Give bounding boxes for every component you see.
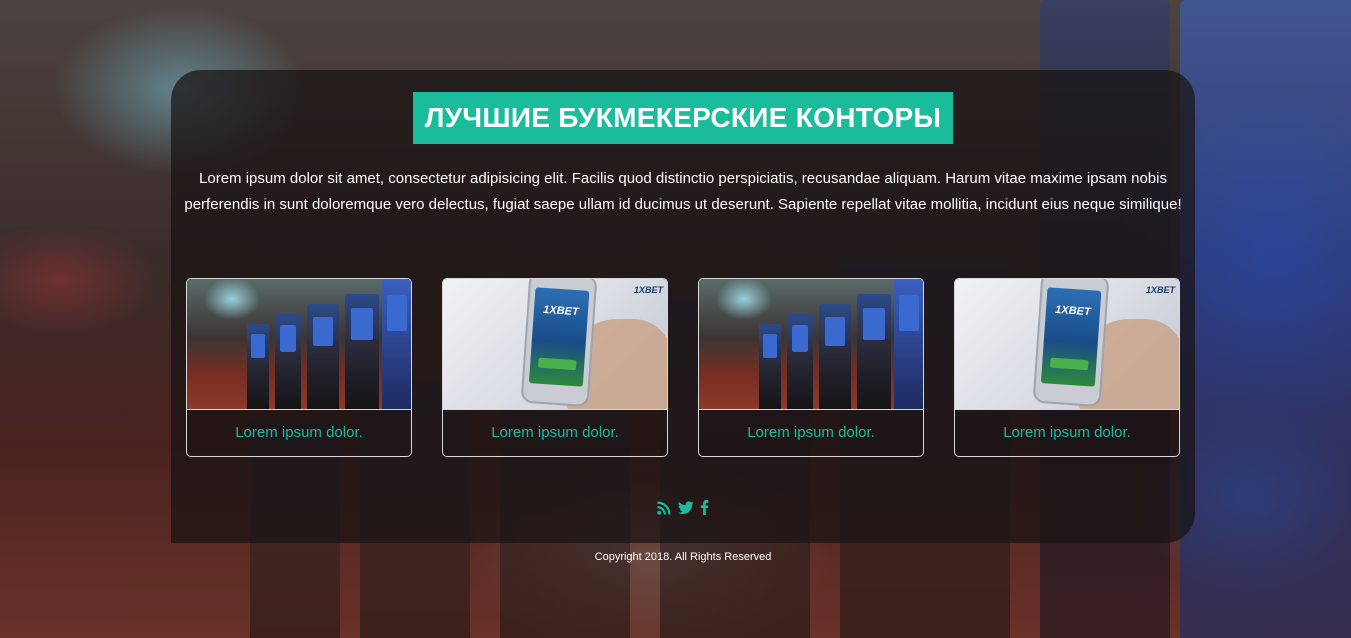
bookmaker-card[interactable]: Lorem ipsum dolor. bbox=[186, 278, 412, 457]
rss-icon[interactable] bbox=[657, 501, 671, 520]
screen-logo: 1XBET bbox=[1054, 303, 1092, 319]
background-slot-machine bbox=[1180, 0, 1351, 638]
bookmaker-cards: Lorem ipsum dolor. 1XBET 1XBET Lorem ips… bbox=[186, 278, 1180, 458]
intro-text: Lorem ipsum dolor sit amet, consectetur … bbox=[184, 170, 1182, 213]
brand-logo: 1XBET bbox=[1145, 285, 1175, 295]
card-link[interactable]: Lorem ipsum dolor. bbox=[443, 410, 667, 456]
phone-thumbnail-image[interactable]: 1XBET 1XBET bbox=[955, 279, 1179, 410]
phone-graphic: 1XBET bbox=[520, 279, 598, 408]
card-link[interactable]: Lorem ipsum dolor. bbox=[955, 410, 1179, 456]
twitter-icon[interactable] bbox=[677, 500, 694, 520]
phone-graphic: 1XBET bbox=[1032, 279, 1110, 408]
phone-thumbnail-image[interactable]: 1XBET 1XBET bbox=[443, 279, 667, 410]
page-title: ЛУЧШИЕ БУКМЕКЕРСКИЕ КОНТОРЫ bbox=[412, 92, 954, 144]
bookmaker-card[interactable]: Lorem ipsum dolor. bbox=[698, 278, 924, 457]
card-link[interactable]: Lorem ipsum dolor. bbox=[187, 410, 411, 456]
card-link[interactable]: Lorem ipsum dolor. bbox=[699, 410, 923, 456]
title-wrapper: ЛУЧШИЕ БУКМЕКЕРСКИЕ КОНТОРЫ bbox=[171, 92, 1195, 144]
screen-logo: 1XBET bbox=[542, 303, 580, 319]
brand-logo: 1XBET bbox=[633, 285, 663, 295]
copyright-text: Copyright 2018. All Rights Reserved bbox=[594, 551, 772, 563]
page: ЛУЧШИЕ БУКМЕКЕРСКИЕ КОНТОРЫ Lorem ipsum … bbox=[0, 0, 1351, 638]
bookmaker-card[interactable]: 1XBET 1XBET Lorem ipsum dolor. bbox=[954, 278, 1180, 457]
casino-thumbnail-image[interactable] bbox=[187, 279, 411, 410]
facebook-icon[interactable] bbox=[700, 500, 709, 520]
casino-thumbnail-image[interactable] bbox=[699, 279, 923, 410]
social-links bbox=[171, 500, 1195, 520]
bookmaker-card[interactable]: 1XBET 1XBET Lorem ipsum dolor. bbox=[442, 278, 668, 457]
content-panel: ЛУЧШИЕ БУКМЕКЕРСКИЕ КОНТОРЫ Lorem ipsum … bbox=[171, 70, 1195, 543]
